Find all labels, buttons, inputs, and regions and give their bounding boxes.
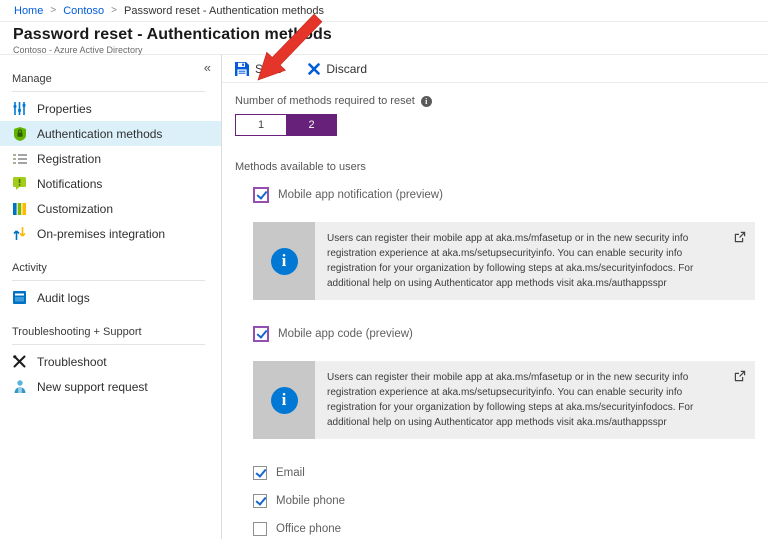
- methods-available-label: Methods available to users: [235, 161, 366, 173]
- info-banner: i Users can register their mobile app at…: [253, 361, 755, 439]
- sidebar-item-label: Audit logs: [37, 290, 90, 305]
- page-subtitle: Contoso - Azure Active Directory: [13, 45, 143, 55]
- page-title: Password reset - Authentication methods: [13, 26, 332, 43]
- sidebar-item-label: Authentication methods: [37, 126, 163, 141]
- sidebar-item-notifications[interactable]: Notifications: [0, 171, 221, 196]
- methods-required-toggle: 1 2: [235, 114, 337, 136]
- divider: [12, 280, 205, 281]
- mobile-app-notification-checkbox[interactable]: [253, 186, 269, 203]
- breadcrumb-contoso-link[interactable]: Contoso: [63, 5, 104, 17]
- sidebar-item-label: New support request: [37, 379, 148, 394]
- troubleshoot-tools-icon: [12, 354, 27, 369]
- breadcrumb-separator: >: [50, 5, 57, 16]
- checkbox-label: Mobile app code (preview): [278, 327, 413, 340]
- info-banner-strip: i: [253, 222, 315, 300]
- checkbox-row-office-phone: Office phone: [253, 521, 768, 536]
- breadcrumb-current: Password reset - Authentication methods: [124, 4, 324, 17]
- save-button[interactable]: Save: [235, 61, 283, 76]
- checkbox-row-email: Email: [253, 465, 768, 480]
- info-tooltip-icon[interactable]: i: [420, 95, 432, 107]
- external-link-icon[interactable]: [734, 230, 746, 248]
- divider: [12, 344, 205, 345]
- breadcrumb-home-link[interactable]: Home: [14, 5, 43, 17]
- sidebar-item-label: Customization: [37, 201, 114, 216]
- methods-required-label-row: Number of methods required to reset i: [235, 95, 768, 107]
- sidebar-section-activity: Activity: [12, 262, 47, 274]
- command-bar: Save Discard: [222, 55, 768, 83]
- toggle-option-2[interactable]: 2: [286, 115, 336, 135]
- info-banner-text: Users can register their mobile app at a…: [327, 233, 694, 289]
- breadcrumb: Home > Contoso > Password reset - Authen…: [0, 0, 768, 22]
- sliders-icon: [12, 101, 27, 116]
- checkbox-label: Mobile app notification (preview): [278, 188, 443, 201]
- sidebar-item-audit-logs[interactable]: Audit logs: [0, 285, 221, 310]
- breadcrumb-separator: >: [111, 5, 118, 16]
- sidebar-item-on-premises-integration[interactable]: On-premises integration: [0, 221, 221, 246]
- list-icon: [12, 151, 27, 166]
- external-link-icon[interactable]: [734, 369, 746, 387]
- checkbox-row-mobile-phone: Mobile phone: [253, 493, 768, 508]
- save-button-label: Save: [255, 61, 283, 76]
- checkbox-label: Office phone: [276, 522, 342, 535]
- sidebar-item-troubleshoot[interactable]: Troubleshoot: [0, 349, 221, 374]
- sidebar-item-label: Notifications: [37, 176, 103, 191]
- info-icon: i: [270, 386, 298, 414]
- info-banner-strip: i: [253, 361, 315, 439]
- info-icon: i: [270, 247, 298, 275]
- audit-logs-icon: [12, 290, 27, 305]
- sidebar-section-manage: Manage: [12, 73, 52, 85]
- sidebar-collapse-icon[interactable]: «: [204, 60, 211, 75]
- discard-x-icon: [308, 62, 321, 75]
- sidebar-item-label: Troubleshoot: [37, 354, 107, 369]
- divider: [12, 91, 205, 92]
- checkbox-label: Mobile phone: [276, 494, 346, 507]
- office-phone-checkbox[interactable]: [253, 521, 267, 536]
- sidebar-item-properties[interactable]: Properties: [0, 96, 221, 121]
- azure-portal-page: Home > Contoso > Password reset - Authen…: [0, 0, 768, 540]
- discard-button[interactable]: Discard: [308, 62, 367, 76]
- methods-required-label: Number of methods required to reset: [235, 95, 415, 107]
- email-checkbox[interactable]: [253, 465, 267, 480]
- sidebar-item-new-support-request[interactable]: New support request: [0, 374, 221, 399]
- notification-icon: [12, 176, 27, 191]
- checkbox-row-mobile-app-notification: Mobile app notification (preview): [253, 186, 768, 203]
- info-banner-text: Users can register their mobile app at a…: [327, 372, 694, 428]
- sidebar-item-label: Properties: [37, 101, 92, 116]
- sidebar: « Manage Properties Authentication metho…: [0, 55, 222, 539]
- content-pane: Save Discard Number of methods required …: [222, 55, 768, 539]
- sidebar-item-registration[interactable]: Registration: [0, 146, 221, 171]
- bar-chart-icon: [12, 201, 27, 216]
- mobile-phone-checkbox[interactable]: [253, 493, 267, 508]
- sidebar-section-troubleshooting: Troubleshooting + Support: [12, 326, 142, 338]
- sidebar-item-customization[interactable]: Customization: [0, 196, 221, 221]
- page-header: Password reset - Authentication methods …: [0, 22, 768, 55]
- checkbox-label: Email: [276, 466, 305, 479]
- discard-button-label: Discard: [326, 61, 368, 76]
- sidebar-item-label: Registration: [37, 151, 102, 166]
- mobile-app-code-checkbox[interactable]: [253, 325, 269, 342]
- sidebar-item-authentication-methods[interactable]: Authentication methods: [0, 121, 221, 146]
- shield-icon: [12, 126, 27, 141]
- info-banner: i Users can register their mobile app at…: [253, 222, 755, 300]
- toggle-option-1[interactable]: 1: [236, 115, 286, 135]
- support-person-icon: [12, 379, 27, 394]
- checkbox-row-mobile-app-code: Mobile app code (preview): [253, 325, 768, 342]
- sync-arrows-icon: [12, 226, 27, 241]
- sidebar-item-label: On-premises integration: [37, 226, 166, 241]
- save-icon: [235, 61, 249, 76]
